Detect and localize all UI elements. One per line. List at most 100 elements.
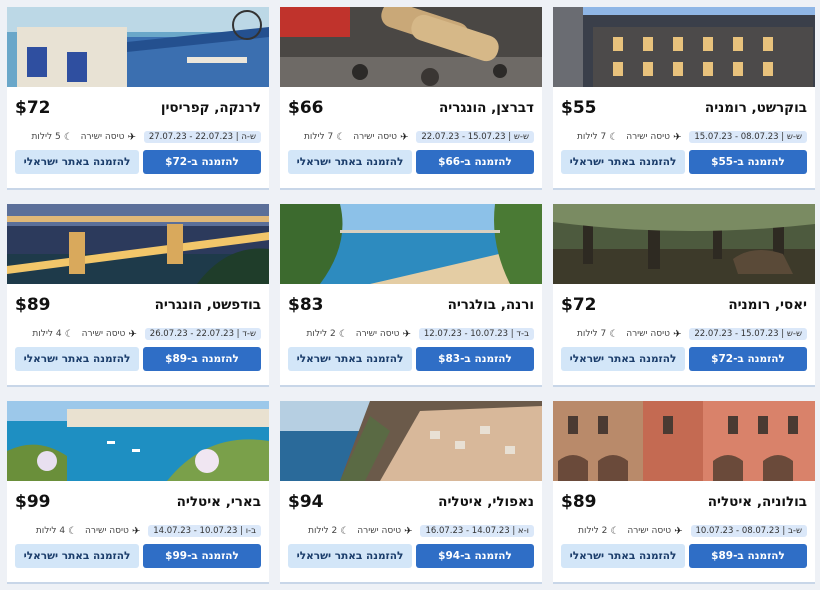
destination-photo[interactable] [553, 7, 815, 87]
destination-name: יאסי, רומניה [728, 297, 807, 313]
date-range: ב-ו | 10.07.23 - 14.07.23 [148, 525, 261, 537]
book-israeli-site-button[interactable]: להזמנה באתר ישראלי [288, 544, 412, 568]
airplane-icon: ✈ [128, 328, 137, 340]
airplane-icon: ✈ [673, 328, 682, 340]
moon-icon: ☾ [63, 131, 73, 143]
book-israeli-site-button[interactable]: להזמנה באתר ישראלי [288, 150, 412, 174]
destination-name: דברצן, הונגריה [438, 100, 534, 116]
book-israeli-site-button[interactable]: להזמנה באתר ישראלי [561, 544, 685, 568]
price: $89 [15, 295, 51, 315]
nights-count: 2 לילות [308, 526, 338, 536]
price: $55 [561, 98, 597, 118]
flight-type: טיסה ישירה [355, 329, 400, 339]
book-button[interactable]: להזמנה ב-$55 [689, 150, 807, 174]
airplane-icon: ✈ [402, 328, 411, 340]
price: $89 [561, 492, 597, 512]
book-israeli-site-button[interactable]: להזמנה באתר ישראלי [15, 544, 139, 568]
flight-type: טיסה ישירה [627, 526, 672, 536]
nights-count: 4 לילות [35, 526, 66, 536]
destination-name: נאפולי, איטליה [438, 494, 534, 510]
date-range: ש-ה | 22.07.23 - 27.07.23 [143, 131, 261, 143]
deal-card[interactable]: $83 ורנה, בולגריה ב-ד | 10.07.23 - 12.07… [280, 204, 542, 387]
nights-count: 2 לילות [578, 526, 608, 536]
destination-photo[interactable] [280, 7, 542, 87]
destination-name: בודפשט, הונגריה [154, 297, 261, 313]
destination-name: בוקרשט, רומניה [704, 100, 807, 116]
moon-icon: ☾ [336, 131, 346, 143]
airplane-icon: ✈ [127, 131, 136, 143]
book-button[interactable]: להזמנה ב-$83 [416, 347, 534, 371]
deal-card[interactable]: $72 יאסי, רומניה ש-ש | 15.07.23 - 22.07.… [553, 204, 815, 387]
price: $83 [288, 295, 324, 315]
deal-card[interactable]: $99 בארי, איטליה ב-ו | 10.07.23 - 14.07.… [7, 401, 269, 584]
flight-type: טיסה ישירה [85, 526, 129, 536]
destination-photo[interactable] [7, 401, 269, 481]
flight-type: טיסה ישירה [81, 329, 126, 339]
book-button[interactable]: להזמנה ב-$89 [143, 347, 261, 371]
airplane-icon: ✈ [131, 525, 141, 537]
book-israeli-site-button[interactable]: להזמנה באתר ישראלי [15, 347, 139, 371]
moon-icon: ☾ [609, 131, 619, 143]
deal-card[interactable]: $66 דברצן, הונגריה ש-ש | 15.07.23 - 22.0… [280, 7, 542, 190]
flight-type: טיסה ישירה [357, 526, 402, 536]
flight-type: טיסה ישירה [353, 132, 397, 142]
book-israeli-site-button[interactable]: להזמנה באתר ישראלי [15, 150, 139, 174]
price: $99 [15, 492, 51, 512]
destination-name: בארי, איטליה [176, 494, 261, 510]
moon-icon: ☾ [68, 525, 78, 537]
moon-icon: ☾ [338, 328, 348, 340]
moon-icon: ☾ [609, 328, 619, 340]
airplane-icon: ✈ [673, 131, 682, 143]
book-button[interactable]: להזמנה ב-$72 [143, 150, 261, 174]
destination-photo[interactable] [280, 204, 542, 284]
airplane-icon: ✈ [400, 131, 409, 143]
book-israeli-site-button[interactable]: להזמנה באתר ישראלי [561, 347, 685, 371]
moon-icon: ☾ [340, 525, 350, 537]
price: $72 [15, 98, 51, 118]
price: $94 [288, 492, 324, 512]
moon-icon: ☾ [64, 328, 74, 340]
moon-icon: ☾ [610, 525, 620, 537]
date-range: ש-ש | 08.07.23 - 15.07.23 [689, 131, 807, 143]
price: $72 [561, 295, 597, 315]
destination-name: ורנה, בולגריה [447, 297, 534, 313]
airplane-icon: ✈ [404, 525, 413, 537]
flight-type: טיסה ישירה [80, 132, 125, 142]
destination-photo[interactable] [7, 7, 269, 87]
book-israeli-site-button[interactable]: להזמנה באתר ישראלי [288, 347, 412, 371]
nights-count: 2 לילות [306, 329, 336, 339]
destination-name: לרנקה, קפריסין [160, 100, 261, 116]
date-range: ב-ד | 10.07.23 - 12.07.23 [418, 328, 534, 340]
date-range: ש-ד | 22.07.23 - 26.07.23 [144, 328, 261, 340]
price: $66 [288, 98, 324, 118]
destination-photo[interactable] [553, 401, 815, 481]
nights-count: 7 לילות [577, 329, 607, 339]
nights-count: 4 לילות [32, 329, 62, 339]
deal-card[interactable]: $94 נאפולי, איטליה ו-א | 14.07.23 - 16.0… [280, 401, 542, 584]
destination-photo[interactable] [553, 204, 815, 284]
date-range: ש-ש | 15.07.23 - 22.07.23 [689, 328, 807, 340]
deal-card[interactable]: $72 לרנקה, קפריסין ש-ה | 22.07.23 - 27.0… [7, 7, 269, 190]
date-range: ו-א | 14.07.23 - 16.07.23 [420, 525, 534, 537]
flight-type: טיסה ישירה [626, 329, 670, 339]
deal-card[interactable]: $89 בודפשט, הונגריה ש-ד | 22.07.23 - 26.… [7, 204, 269, 387]
book-button[interactable]: להזמנה ב-$89 [689, 544, 807, 568]
date-range: ש-ב | 08.07.23 - 10.07.23 [690, 525, 807, 537]
book-button[interactable]: להזמנה ב-$66 [416, 150, 534, 174]
book-button[interactable]: להזמנה ב-$94 [416, 544, 534, 568]
destination-photo[interactable] [7, 204, 269, 284]
book-button[interactable]: להזמנה ב-$99 [143, 544, 261, 568]
book-button[interactable]: להזמנה ב-$72 [689, 347, 807, 371]
nights-count: 7 לילות [304, 132, 334, 142]
destination-photo[interactable] [280, 401, 542, 481]
nights-count: 5 לילות [31, 132, 61, 142]
nights-count: 7 לילות [577, 132, 607, 142]
deal-card[interactable]: $89 בולוניה, איטליה ש-ב | 08.07.23 - 10.… [553, 401, 815, 584]
deals-grid: $72 לרנקה, קפריסין ש-ה | 22.07.23 - 27.0… [7, 7, 815, 584]
book-israeli-site-button[interactable]: להזמנה באתר ישראלי [561, 150, 685, 174]
flight-type: טיסה ישירה [626, 132, 670, 142]
airplane-icon: ✈ [674, 525, 683, 537]
destination-name: בולוניה, איטליה [707, 494, 807, 510]
date-range: ש-ש | 15.07.23 - 22.07.23 [416, 131, 534, 143]
deal-card[interactable]: $55 בוקרשט, רומניה ש-ש | 08.07.23 - 15.0… [553, 7, 815, 190]
